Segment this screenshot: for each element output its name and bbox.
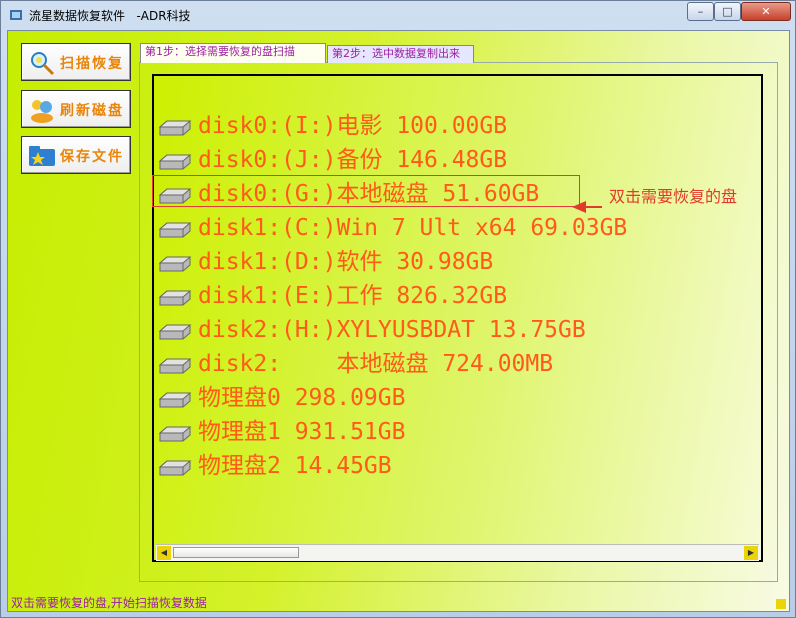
scan-recover-label: 扫描恢复 [60,56,124,72]
people-refresh-icon [31,100,53,123]
scroll-left-icon[interactable]: ◀ [157,546,171,560]
refresh-disk-button[interactable]: 刷新磁盘 [21,90,131,128]
disk-row[interactable]: disk2:(H:)XYLYUSBDAT 13.75GB [158,315,586,345]
disk-row[interactable]: disk1:(D:)软件 30.98GB [158,247,493,277]
disk-label: 物理盘1 931.51GB [198,419,406,445]
window-title: 流星数据恢复软件 -ADR科技 [29,9,191,23]
disk-row[interactable]: disk0:(J:)备份 146.48GB [158,145,507,175]
resize-grip-icon[interactable] [776,599,786,609]
disk-row[interactable]: disk0:(I:)电影 100.00GB [158,111,507,141]
app-window: 流星数据恢复软件 -ADR科技 – □ ✕ 扫描恢复 刷新磁盘 保存文件 第1步… [0,0,796,618]
horizontal-scrollbar[interactable]: ◀ ▶ [156,544,759,561]
disk-row[interactable]: 物理盘1 931.51GB [158,417,405,447]
star-folder-icon [29,146,55,166]
disk-row[interactable]: 物理盘0 298.09GB [158,383,405,413]
title-bar[interactable]: 流星数据恢复软件 -ADR科技 – □ ✕ [1,1,795,29]
drive-icon [158,392,192,408]
disk-label: 物理盘0 298.09GB [198,385,406,411]
drive-icon [158,188,192,204]
disk-row[interactable]: disk2: 本地磁盘 724.00MB [158,349,553,379]
scan-recover-button[interactable]: 扫描恢复 [21,43,131,81]
disk-row[interactable]: 物理盘2 14.45GB [158,451,392,481]
drive-icon [158,358,192,374]
drive-icon [158,426,192,442]
drive-icon [158,460,192,476]
drive-icon [158,154,192,170]
double-click-hint: 双击需要恢复的盘 [609,187,738,206]
disk-label: disk1:(E:)工作 826.32GB [198,283,508,309]
scroll-right-icon[interactable]: ▶ [744,546,758,560]
maximize-button[interactable]: □ [714,2,741,21]
disk-row-selected[interactable]: disk0:(G:)本地磁盘 51.60GB [152,175,580,209]
app-icon [10,10,22,20]
drive-icon [158,290,192,306]
scroll-thumb[interactable] [173,547,299,558]
drive-icon [158,120,192,136]
magnifier-icon [31,52,55,76]
disk-label: disk0:(J:)备份 146.48GB [198,147,508,173]
disk-row[interactable]: disk1:(E:)工作 826.32GB [158,281,507,311]
disk-label: disk2:(H:)XYLYUSBDAT 13.75GB [198,317,586,343]
minimize-button[interactable]: – [687,2,714,21]
disk-label: disk0:(I:)电影 100.00GB [198,113,508,139]
disk-label: disk2: 本地磁盘 724.00MB [198,351,554,377]
disk-row[interactable]: disk1:(C:)Win 7 Ult x64 69.03GB [158,213,627,243]
disk-label: 物理盘2 14.45GB [198,453,392,479]
disk-label: disk1:(C:)Win 7 Ult x64 69.03GB [198,215,628,241]
status-text: 双击需要恢复的盘,开始扫描恢复数据 [11,596,207,610]
status-bar: 双击需要恢复的盘,开始扫描恢复数据 [8,591,789,611]
disk-label: disk1:(D:)软件 30.98GB [198,249,494,275]
save-file-label: 保存文件 [60,149,124,165]
drive-icon [158,222,192,238]
close-button[interactable]: ✕ [741,2,791,21]
tab-step-1[interactable]: 第1步：选择需要恢复的盘扫描 [140,43,326,63]
disk-list[interactable]: disk0:(I:)电影 100.00GB disk0:(J:)备份 146.4… [152,74,763,562]
disk-label: disk0:(G:)本地磁盘 51.60GB [198,181,540,207]
drive-icon [158,256,192,272]
drive-icon [158,324,192,340]
save-file-button[interactable]: 保存文件 [21,136,131,174]
tab-step-2[interactable]: 第2步：选中数据复制出来 [327,45,474,63]
refresh-disk-label: 刷新磁盘 [60,103,124,119]
client-area: 扫描恢复 刷新磁盘 保存文件 第1步：选择需要恢复的盘扫描 第2步：选中数据复制… [7,30,790,612]
